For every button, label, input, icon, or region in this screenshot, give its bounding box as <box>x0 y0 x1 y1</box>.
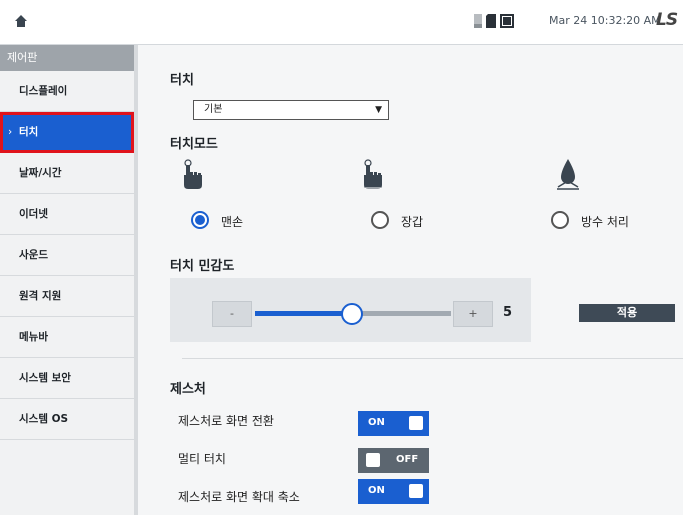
sidebar-item-date-time[interactable]: 날짜/시간 <box>0 153 134 194</box>
datetime-display: Mar 24 10:32:20 AM <box>549 14 661 27</box>
sidebar-item-label: 이더넷 <box>19 208 48 220</box>
gesture-zoom-toggle[interactable]: ON <box>358 479 429 504</box>
gesture-title: 제스처 <box>170 382 206 397</box>
sidebar-item-touch[interactable]: › 터치 <box>0 112 134 153</box>
toggle-knob <box>366 453 380 467</box>
top-bar: Mar 24 10:32:20 AM LS <box>0 0 683 45</box>
sensitivity-panel: - + 5 <box>170 278 531 342</box>
sidebar-item-label: 메뉴바 <box>19 331 48 343</box>
touch-profile-select[interactable]: 기본 ▼ <box>193 100 389 120</box>
decrease-button[interactable]: - <box>212 301 252 327</box>
sidebar-item-label: 원격 지원 <box>19 290 62 302</box>
glove-touch-icon <box>364 159 382 189</box>
sidebar-header: 제어판 <box>0 45 134 71</box>
display-icon <box>500 14 514 28</box>
status-icons <box>474 14 514 28</box>
radio-bare-hand[interactable] <box>191 211 209 229</box>
toggle-knob <box>409 416 423 430</box>
slider-track <box>352 311 451 316</box>
bare-hand-touch-icon <box>184 159 202 189</box>
sidebar-item-label: 사운드 <box>19 249 48 261</box>
sidebar-item-system-security[interactable]: 시스템 보안 <box>0 358 134 399</box>
main-panel: 터치 기본 ▼ 터치모드 맨손 장갑 방수 처리 터치 민감도 - + 5 적용 <box>138 45 683 515</box>
radio-label: 맨손 <box>221 215 244 229</box>
toggle-state: ON <box>368 417 385 428</box>
sensitivity-title: 터치 민감도 <box>170 259 235 274</box>
touch-mode-title: 터치모드 <box>170 137 218 152</box>
increase-button[interactable]: + <box>453 301 493 327</box>
sidebar: 제어판 디스플레이 › 터치 날짜/시간 이더넷 사운드 원격 지원 메뉴바 시스… <box>0 45 138 515</box>
gesture-label: 제스처로 화면 전환 <box>178 414 274 428</box>
toggle-knob <box>409 484 423 498</box>
brand-logo: LS <box>656 10 678 30</box>
divider <box>182 358 683 359</box>
touch-section-title: 터치 <box>170 73 194 88</box>
gesture-screen-switch-toggle[interactable]: ON <box>358 411 429 436</box>
sidebar-item-ethernet[interactable]: 이더넷 <box>0 194 134 235</box>
radio-waterproof[interactable] <box>551 211 569 229</box>
slider-fill <box>255 311 352 316</box>
sidebar-item-label: 날짜/시간 <box>19 167 62 179</box>
sidebar-item-system-os[interactable]: 시스템 OS <box>0 399 134 440</box>
home-icon[interactable] <box>14 14 28 28</box>
sidebar-item-remote-support[interactable]: 원격 지원 <box>0 276 134 317</box>
select-value: 기본 <box>204 104 223 115</box>
radio-label: 방수 처리 <box>581 215 629 229</box>
sidebar-item-label: 터치 <box>19 126 39 138</box>
sd-card-icon <box>486 14 496 28</box>
apply-button[interactable]: 적용 <box>579 304 675 322</box>
sidebar-item-menubar[interactable]: 메뉴바 <box>0 317 134 358</box>
water-drop-icon <box>557 159 579 190</box>
chevron-right-icon: › <box>8 126 13 138</box>
radio-label: 장갑 <box>401 215 424 229</box>
sidebar-item-display[interactable]: 디스플레이 <box>0 71 134 112</box>
sidebar-item-label: 디스플레이 <box>19 85 68 97</box>
toggle-state: OFF <box>396 454 419 465</box>
dropdown-arrow-icon: ▼ <box>375 105 382 115</box>
sensitivity-value: 5 <box>503 305 513 320</box>
multi-touch-toggle[interactable]: OFF <box>358 448 429 473</box>
sidebar-item-label: 시스템 OS <box>19 413 69 425</box>
gesture-label: 제스처로 화면 확대 축소 <box>178 490 300 504</box>
slider-thumb[interactable] <box>341 303 363 325</box>
storage-icon <box>474 14 482 28</box>
sidebar-item-sound[interactable]: 사운드 <box>0 235 134 276</box>
sidebar-item-label: 시스템 보안 <box>19 372 71 384</box>
radio-glove[interactable] <box>371 211 389 229</box>
gesture-label: 멀티 터치 <box>178 452 226 466</box>
toggle-state: ON <box>368 485 385 496</box>
